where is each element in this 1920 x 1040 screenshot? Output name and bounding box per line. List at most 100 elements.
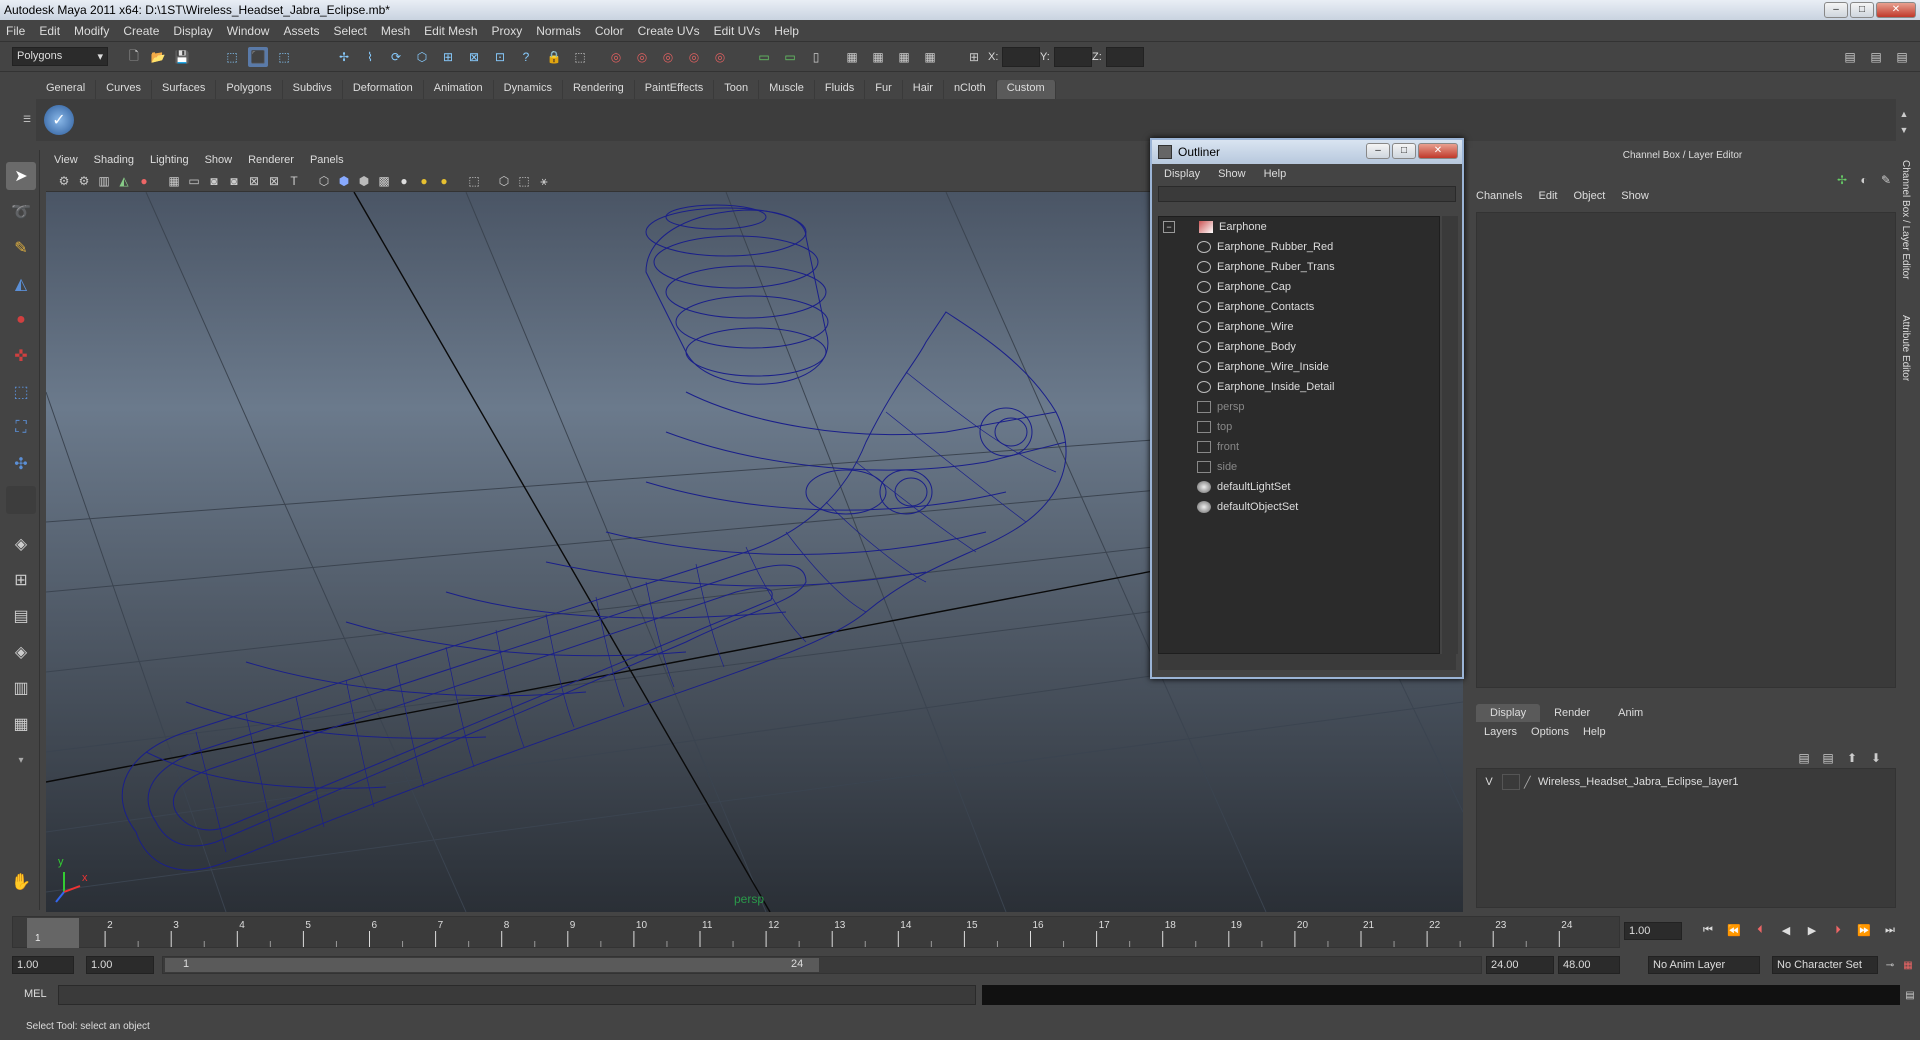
transform-mode-icon[interactable]: ⊞ xyxy=(964,47,984,67)
xray-icon[interactable]: ⬡ xyxy=(494,171,514,191)
outliner-camera-row[interactable]: side xyxy=(1197,457,1237,477)
bookmark-icon[interactable]: ▥ xyxy=(94,171,114,191)
menu-proxy[interactable]: Proxy xyxy=(492,24,523,38)
single-view-icon[interactable]: ◈ xyxy=(6,530,36,558)
xray-joints-icon[interactable]: ⬚ xyxy=(514,171,534,191)
select-tool-icon[interactable]: ➤ xyxy=(6,162,36,190)
hyperbolic-icon[interactable]: ✎ xyxy=(1876,170,1896,190)
maximize-button[interactable]: □ xyxy=(1850,2,1874,18)
layout-icon-4[interactable]: ▦ xyxy=(920,47,940,67)
mode-dropdown[interactable]: Polygons ▾ xyxy=(12,47,108,66)
shelf-tab-polygons[interactable]: Polygons xyxy=(216,80,283,99)
ipr-render-icon[interactable]: ◎ xyxy=(632,47,652,67)
safe-action-icon[interactable]: ⊠ xyxy=(264,171,284,191)
anim-layer-dropdown[interactable]: No Anim Layer xyxy=(1648,956,1760,974)
cb-menu-edit[interactable]: Edit xyxy=(1538,190,1557,202)
layer-menu-help[interactable]: Help xyxy=(1583,726,1606,738)
paint-select-icon[interactable]: ✎ xyxy=(6,234,36,262)
all-lights-icon[interactable]: ● xyxy=(414,171,434,191)
last-tool-icon[interactable] xyxy=(6,486,36,514)
shelf-tab-rendering[interactable]: Rendering xyxy=(562,80,635,99)
viewport-menu-show[interactable]: Show xyxy=(205,154,233,166)
textured-icon[interactable]: ▩ xyxy=(374,171,394,191)
auto-key-icon[interactable]: ⊸ xyxy=(1880,955,1900,975)
outliner-root-row[interactable]: − Earphone xyxy=(1163,217,1267,237)
resolution-gate-icon[interactable]: ◙ xyxy=(204,171,224,191)
cb-menu-show[interactable]: Show xyxy=(1621,190,1649,202)
layer-tab-anim[interactable]: Anim xyxy=(1604,704,1658,722)
four-view-icon[interactable]: ⊞ xyxy=(6,566,36,594)
viewport-menu-panels[interactable]: Panels xyxy=(310,154,344,166)
show-manipulator-icon[interactable]: ✣ xyxy=(6,450,36,478)
snap-grid-icon[interactable]: ✢ xyxy=(334,47,354,67)
command-input[interactable] xyxy=(58,985,976,1005)
range-handle[interactable] xyxy=(165,958,819,972)
layer-color-swatch[interactable]: ╱ xyxy=(1524,776,1538,789)
y-field[interactable] xyxy=(1054,47,1092,67)
outliner-child-row[interactable]: Earphone_Inside_Detail xyxy=(1197,377,1334,397)
hypershade-icon[interactable]: ◎ xyxy=(684,47,704,67)
layout-icon-2[interactable]: ▦ xyxy=(868,47,888,67)
camera-select-icon[interactable]: ⚙ xyxy=(54,171,74,191)
outliner-menu-help[interactable]: Help xyxy=(1264,168,1287,180)
outliner-menu-show[interactable]: Show xyxy=(1218,168,1246,180)
viewport-menu-view[interactable]: View xyxy=(54,154,78,166)
render-view-icon[interactable]: ◎ xyxy=(710,47,730,67)
shelf-tab-fluids[interactable]: Fluids xyxy=(814,80,866,99)
shelf-tab-curves[interactable]: Curves xyxy=(96,80,152,99)
step-forward-frame-icon[interactable]: ⏵ xyxy=(1828,924,1848,942)
shelf-scroll-down-icon[interactable]: ▼ xyxy=(1894,120,1914,140)
outliner-child-row[interactable]: Earphone_Ruber_Trans xyxy=(1197,257,1335,277)
checkmark-shelf-icon[interactable]: ✓ xyxy=(44,105,74,135)
layer-move-down-icon[interactable]: ⬇ xyxy=(1866,748,1886,768)
menu-help[interactable]: Help xyxy=(774,24,799,38)
menu-edit-uvs[interactable]: Edit UVs xyxy=(714,24,761,38)
character-set-dropdown[interactable]: No Character Set xyxy=(1772,956,1878,974)
close-button[interactable]: ✕ xyxy=(1876,2,1916,18)
show-attribute-editor-icon[interactable]: ▤ xyxy=(1840,47,1860,67)
lock-icon[interactable]: 🔒 xyxy=(544,47,564,67)
go-to-end-icon[interactable]: ⏭ xyxy=(1880,924,1900,942)
gate-mask-icon[interactable]: ◙ xyxy=(224,171,244,191)
cb-menu-object[interactable]: Object xyxy=(1573,190,1605,202)
field-chart-icon[interactable]: ⊠ xyxy=(244,171,264,191)
menu-normals[interactable]: Normals xyxy=(536,24,581,38)
viewport-menu-lighting[interactable]: Lighting xyxy=(150,154,189,166)
menu-window[interactable]: Window xyxy=(227,24,270,38)
menu-select[interactable]: Select xyxy=(333,24,366,38)
step-back-key-icon[interactable]: ⏪ xyxy=(1724,924,1744,942)
outliner-child-row[interactable]: Earphone_Rubber_Red xyxy=(1197,237,1333,257)
input-output-icon[interactable]: ⬚ xyxy=(570,47,590,67)
show-tool-settings-icon[interactable]: ▤ xyxy=(1866,47,1886,67)
persp-graph-icon[interactable]: ◈ xyxy=(6,638,36,666)
x-field[interactable] xyxy=(1002,47,1040,67)
film-gate-icon[interactable]: ▭ xyxy=(184,171,204,191)
side-tab-attribute-editor[interactable]: Attribute Editor xyxy=(1900,315,1911,381)
construction-icon[interactable]: ⊡ xyxy=(490,47,510,67)
isolate-select-icon[interactable]: ⬚ xyxy=(464,171,484,191)
side-tab-channel-box[interactable]: Channel Box / Layer Editor xyxy=(1900,160,1911,280)
shelf-tab-ncloth[interactable]: nCloth xyxy=(943,80,997,99)
layer-move-up-icon[interactable]: ⬆ xyxy=(1842,748,1862,768)
toggle-panel-icon[interactable]: ▭ xyxy=(754,47,774,67)
menu-color[interactable]: Color xyxy=(595,24,624,38)
animation-start-field[interactable]: 1.00 xyxy=(12,956,74,974)
outliner-vertical-scrollbar[interactable] xyxy=(1442,216,1458,654)
collapse-icon[interactable]: − xyxy=(1163,221,1175,234)
history-icon[interactable]: ⊠ xyxy=(464,47,484,67)
scale-tool-icon[interactable]: ✜ xyxy=(6,342,36,370)
wireframe-on-shaded-icon[interactable]: ⬢ xyxy=(354,171,374,191)
menu-display[interactable]: Display xyxy=(173,24,212,38)
playback-start-field[interactable]: 1.00 xyxy=(86,956,154,974)
camera-attributes-icon[interactable]: ⚙ xyxy=(74,171,94,191)
viewport-menu-shading[interactable]: Shading xyxy=(94,154,134,166)
shelf-tab-toon[interactable]: Toon xyxy=(714,80,760,99)
shelf-tab-muscle[interactable]: Muscle xyxy=(759,80,815,99)
new-layer-selected-icon[interactable]: ▤ xyxy=(1818,748,1838,768)
step-forward-key-icon[interactable]: ⏩ xyxy=(1854,924,1874,942)
menu-create[interactable]: Create xyxy=(123,24,159,38)
snap-point-icon[interactable]: ⟳ xyxy=(386,47,406,67)
wireframe-icon[interactable]: ⬡ xyxy=(314,171,334,191)
layer-row[interactable]: V ╱ Wireless_Headset_Jabra_Eclipse_layer… xyxy=(1480,772,1892,792)
select-object-icon[interactable]: ⬛ xyxy=(248,47,268,67)
